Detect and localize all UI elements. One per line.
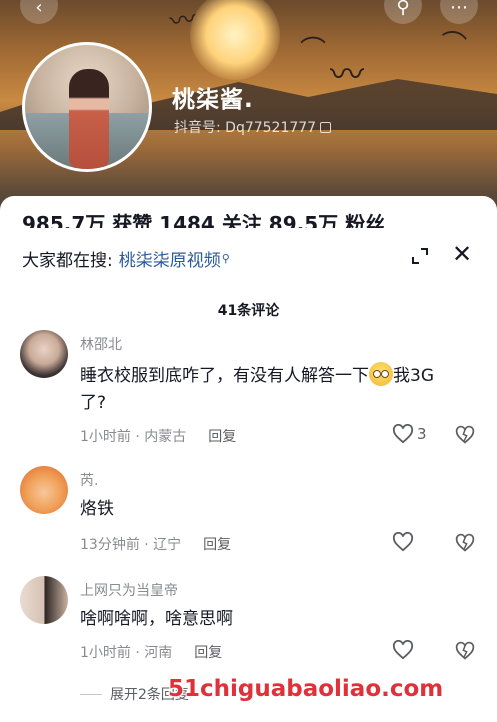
profile-stats: 985.7万 获赞 1484 关注 89.5万 粉丝: [22, 212, 386, 228]
comment-text-part: 睡衣校服到底咋了，有没有人解答一下: [80, 366, 369, 386]
heart-icon: [392, 424, 414, 444]
divider-dash: [80, 694, 102, 695]
like-count: 3: [417, 425, 427, 443]
back-button[interactable]: ‹: [20, 0, 58, 24]
commenter-avatar[interactable]: [20, 576, 68, 624]
profile-avatar[interactable]: [22, 42, 152, 172]
more-icon: ⋯: [450, 0, 468, 18]
back-icon: ‹: [35, 0, 43, 18]
search-small-icon: ⚲: [221, 252, 230, 265]
search-icon: ⚲: [396, 0, 410, 18]
commenter-avatar[interactable]: [20, 466, 68, 514]
comment-username[interactable]: 上网只为当皇帝: [80, 580, 178, 600]
comment-meta: 1小时前 · 河南 回复: [80, 642, 222, 662]
bird-graphic: 〰: [330, 55, 364, 95]
more-button[interactable]: ⋯: [440, 0, 478, 24]
comment-time-location: 1小时前 · 内蒙古: [80, 429, 187, 445]
dislike-heart-icon[interactable]: [455, 641, 475, 661]
comment-time-location: 1小时前 · 河南: [80, 645, 173, 661]
worried-face-emoji: [369, 362, 393, 386]
commenter-avatar[interactable]: [20, 330, 68, 378]
search-button[interactable]: ⚲: [384, 0, 422, 24]
like-button[interactable]: [392, 532, 414, 552]
bird-graphic: ⌒: [437, 27, 469, 63]
expand-icon[interactable]: [410, 246, 430, 266]
profile-id[interactable]: 抖音号: Dq77521777: [174, 117, 332, 137]
watermark: 51chiguabaoliao.com: [168, 676, 444, 702]
profile-id-text: 抖音号: Dq77521777: [174, 120, 317, 136]
avatar-figure: [69, 69, 109, 169]
close-icon[interactable]: ✕: [452, 242, 472, 266]
copy-icon[interactable]: [320, 122, 332, 133]
search-suggestion-link[interactable]: 桃柒柒原视频⚲: [119, 251, 230, 271]
comment-text: 睡衣校服到底咋了，有没有人解答一下 我3G了?: [80, 362, 440, 417]
heart-icon: [392, 640, 414, 660]
like-button[interactable]: [392, 640, 414, 660]
sun-graphic: [190, 0, 280, 80]
reply-button[interactable]: 回复: [203, 537, 231, 553]
comment-meta: 1小时前 · 内蒙古 回复: [80, 426, 236, 446]
comment-count: 41条评论: [217, 303, 280, 319]
profile-name: 桃柒酱.: [172, 87, 254, 113]
reply-button[interactable]: 回复: [208, 429, 236, 445]
like-button[interactable]: 3: [392, 424, 427, 444]
search-suggestion-prefix: 大家都在搜:: [22, 251, 113, 271]
comment-username[interactable]: 林邵北: [80, 334, 122, 354]
search-suggestion-query: 桃柒柒原视频: [118, 251, 221, 271]
comment-meta: 13分钟前 · 辽宁 回复: [80, 534, 231, 554]
dislike-heart-icon[interactable]: [455, 425, 475, 445]
search-suggestion-row: 大家都在搜: 桃柒柒原视频⚲: [22, 246, 230, 271]
comment-sheet: 大家都在搜: 桃柒柒原视频⚲ ✕ 41条评论 林邵北 睡衣校服到底咋了，有没有人解…: [0, 228, 497, 722]
heart-icon: [392, 532, 414, 552]
bird-graphic: ⌒: [300, 36, 327, 66]
dislike-heart-icon[interactable]: [455, 533, 475, 553]
comment-username[interactable]: 芮.: [80, 470, 98, 490]
reply-button[interactable]: 回复: [194, 645, 222, 661]
comment-text: 烙铁: [80, 499, 114, 519]
comment-text: 啥啊啥啊，啥意思啊: [80, 609, 233, 629]
comment-time-location: 13分钟前 · 辽宁: [80, 537, 182, 553]
bird-graphic: 〰: [168, 4, 198, 38]
